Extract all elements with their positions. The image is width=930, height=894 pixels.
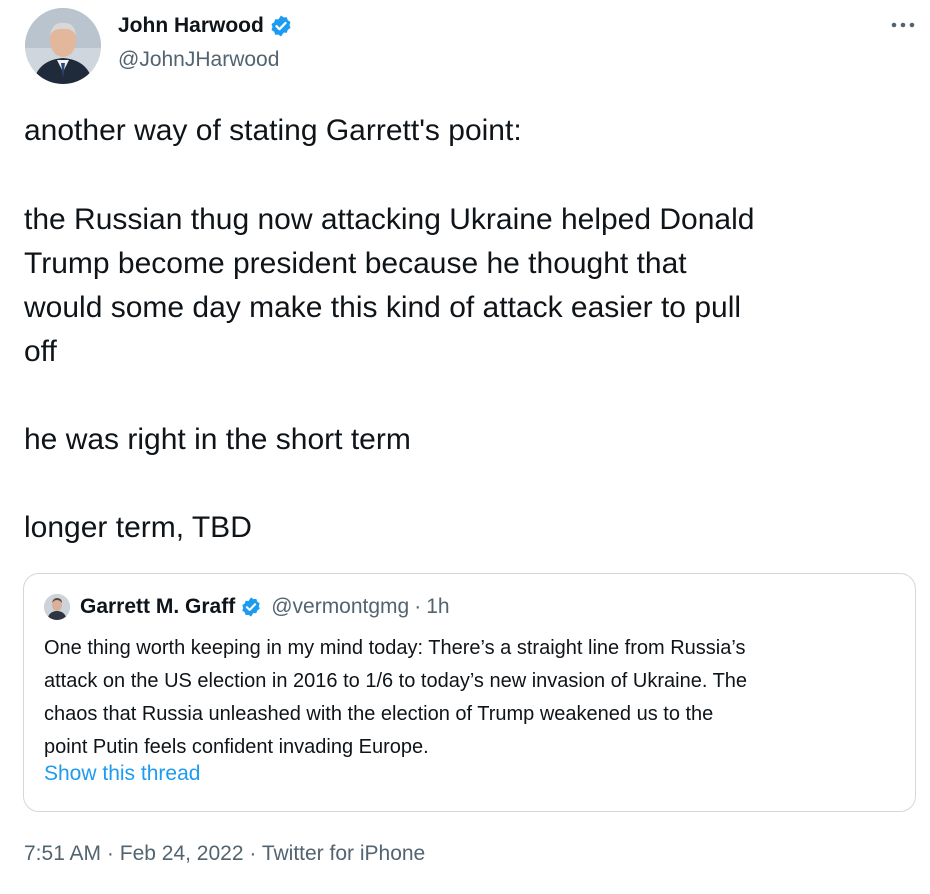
show-thread-link[interactable]: Show this thread — [44, 762, 200, 786]
tweet-time[interactable]: 7:51 AM — [24, 842, 101, 865]
quoted-tweet-card[interactable]: Garrett M. Graff @vermontgmg · 1h One th… — [23, 573, 916, 812]
quote-text-line: point Putin feels confident invading Eur… — [44, 736, 429, 758]
quote-age[interactable]: 1h — [426, 595, 449, 619]
timestamp-separator: · — [106, 842, 114, 865]
author-name[interactable]: John Harwood — [118, 14, 264, 38]
quote-author-name[interactable]: Garrett M. Graff — [80, 595, 235, 619]
tweet-line: Trump become president because he though… — [24, 247, 687, 280]
tweet-line: longer term, TBD — [24, 511, 252, 544]
author-photo — [25, 8, 101, 84]
quote-header: Garrett M. Graff @vermontgmg · 1h — [80, 594, 450, 620]
quote-author-avatar[interactable] — [44, 594, 70, 620]
author-avatar[interactable] — [25, 8, 101, 84]
tweet-source[interactable]: Twitter for iPhone — [262, 842, 425, 865]
quote-separator: · — [414, 595, 422, 618]
quote-author-handle[interactable]: @vermontgmg — [271, 595, 409, 619]
quote-text-line: chaos that Russia unleashed with the ele… — [44, 703, 714, 725]
author-name-row[interactable]: John Harwood — [118, 14, 293, 38]
verified-badge-icon — [271, 15, 291, 37]
more-options-button[interactable] — [886, 18, 920, 32]
tweet-line: the Russian thug now attacking Ukraine h… — [24, 203, 755, 236]
quote-text-line: One thing worth keeping in my mind today… — [44, 637, 746, 659]
tweet-line: off — [24, 335, 57, 368]
author-handle[interactable]: @JohnJHarwood — [118, 48, 279, 72]
tweet-line: he was right in the short term — [24, 423, 411, 456]
timestamp-separator: · — [249, 842, 257, 865]
quote-text-line: attack on the US election in 2016 to 1/6… — [44, 670, 748, 692]
quote-author-photo — [44, 594, 70, 620]
tweet-line: would some day make this kind of attack … — [24, 291, 742, 324]
tweet-line: another way of stating Garrett's point: — [24, 114, 522, 147]
more-dots-icon — [891, 22, 915, 28]
tweet-timestamp-row: 7:51 AM · Feb 24, 2022 · Twitter for iPh… — [24, 842, 425, 866]
tweet-date[interactable]: Feb 24, 2022 — [120, 842, 244, 865]
verified-badge-icon — [242, 597, 260, 617]
